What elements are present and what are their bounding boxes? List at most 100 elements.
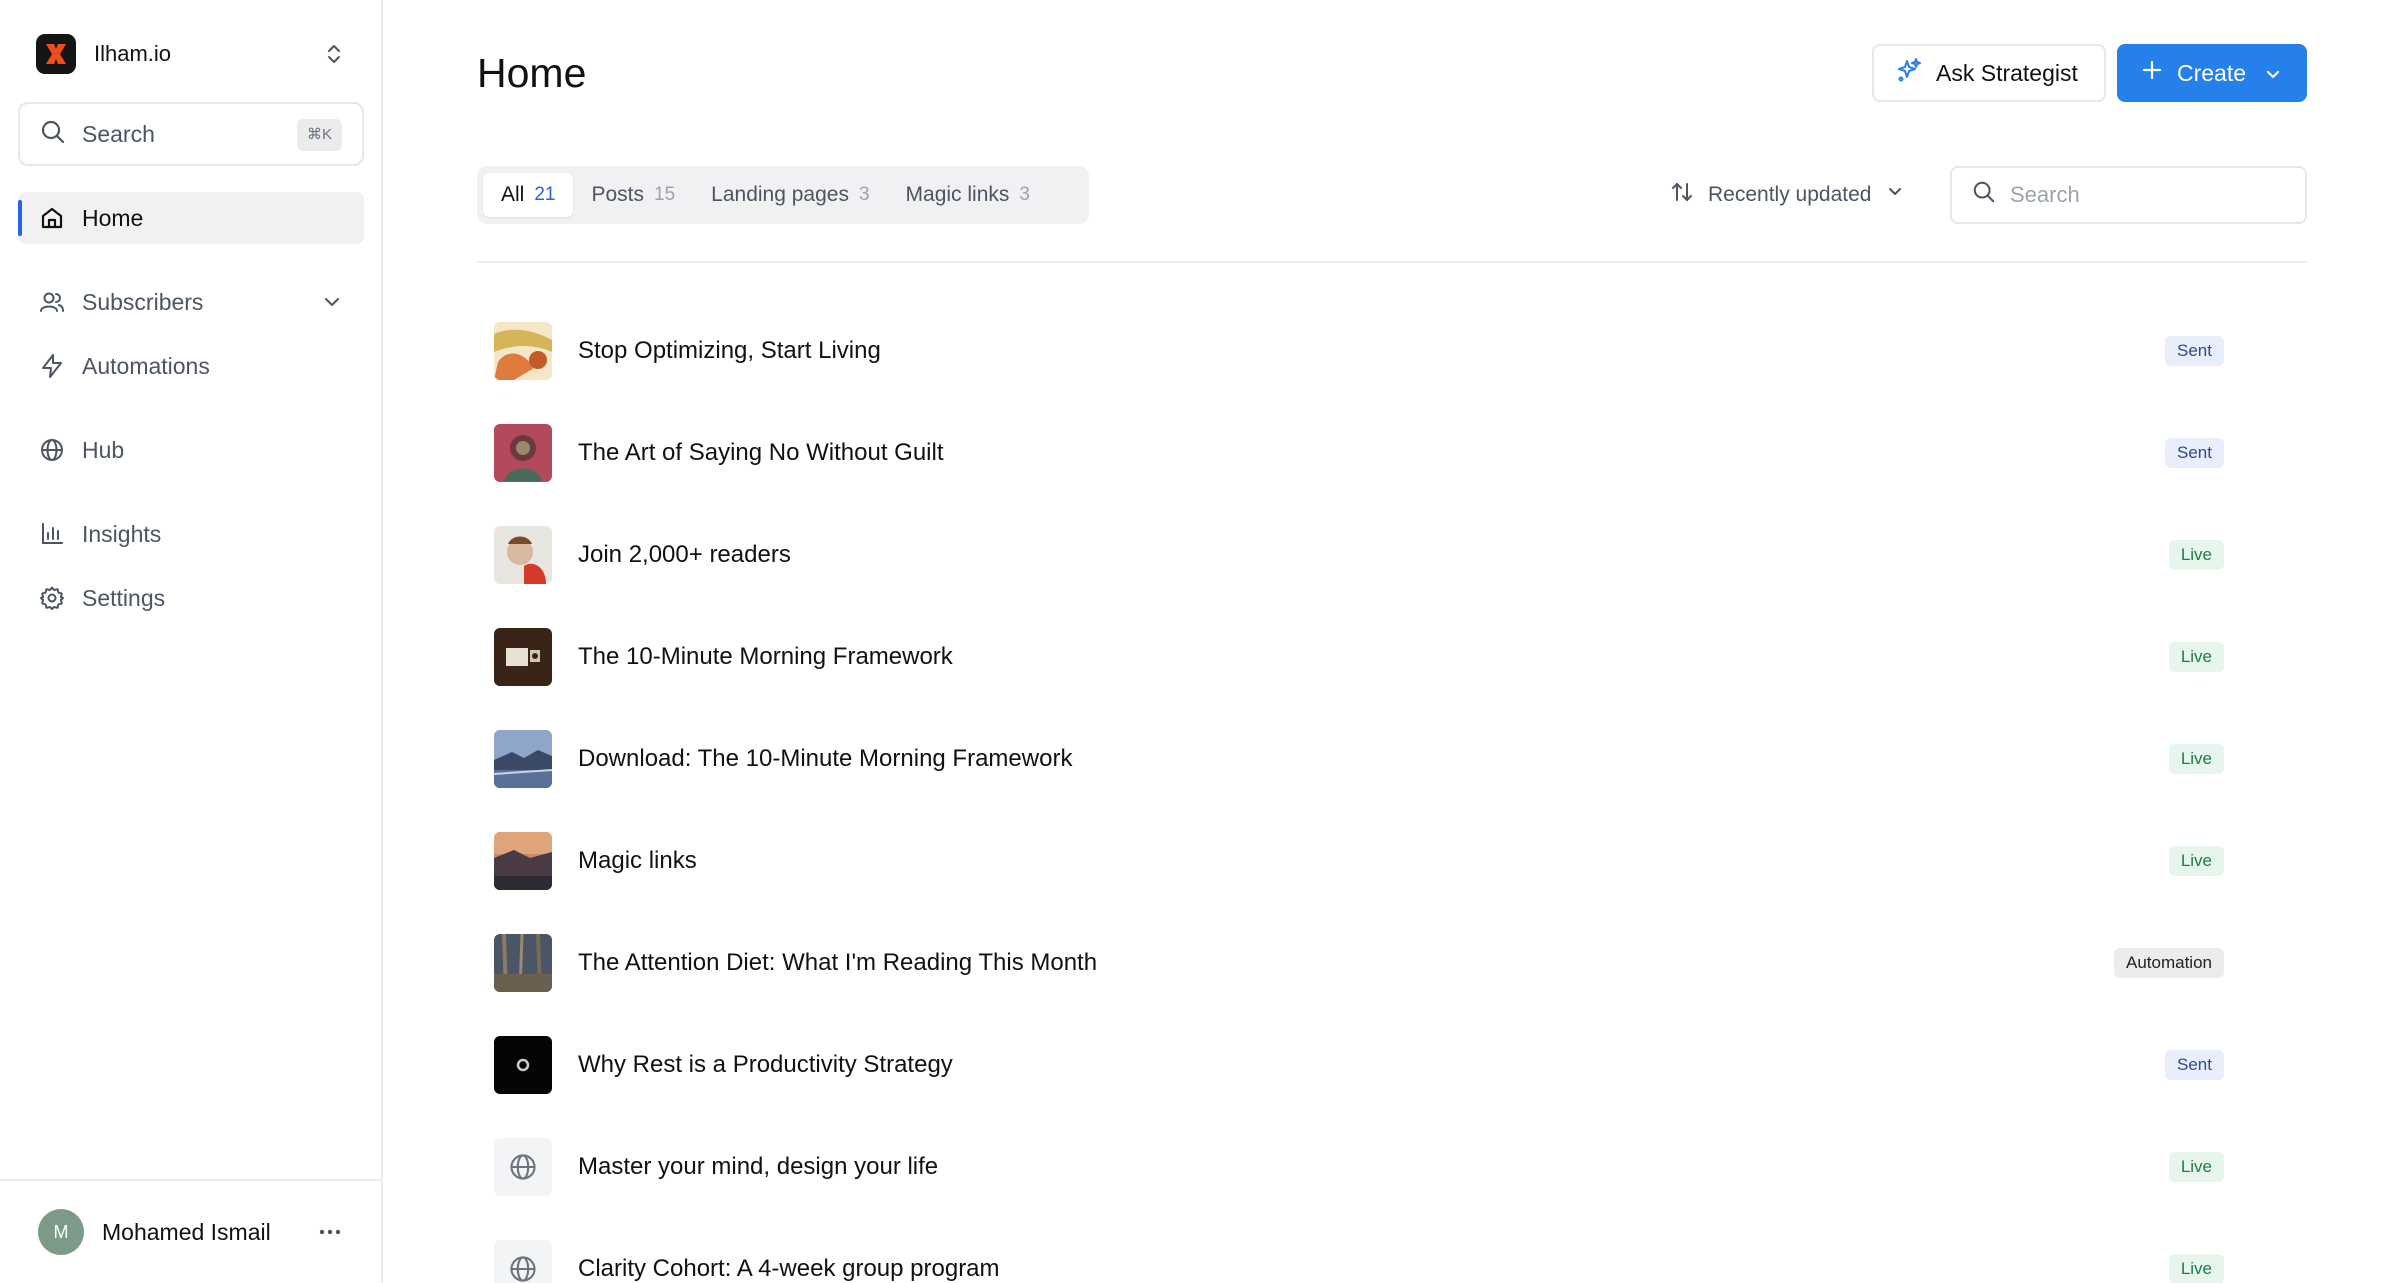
create-button[interactable]: Create (2117, 44, 2307, 102)
item-title: Master your mind, design your life (578, 1153, 939, 1180)
item-title: Stop Optimizing, Start Living (578, 337, 881, 364)
tab-all[interactable]: All 21 (483, 173, 574, 217)
page-title: Home (477, 50, 587, 96)
sidebar-search-label: Search (82, 120, 155, 147)
status-badge: Sent (2165, 438, 2224, 468)
item-title: The 10-Minute Morning Framework (578, 643, 953, 670)
thumbnail (494, 934, 552, 992)
chevron-down-icon[interactable] (320, 290, 344, 320)
workspace-logo (36, 34, 76, 74)
status-badge: Live (2168, 1254, 2224, 1283)
sort-arrows-icon (1670, 180, 1694, 210)
list-item[interactable]: Stop Optimizing, Start Living Sent (477, 300, 2307, 402)
workspace-name: Ilham.io (94, 41, 172, 66)
list-item[interactable]: Clarity Cohort: A 4-week group program L… (477, 1218, 2307, 1283)
search-shortcut-badge: ⌘K (296, 119, 342, 151)
thumbnail (494, 730, 552, 788)
list-item[interactable]: Download: The 10-Minute Morning Framewor… (477, 708, 2307, 810)
tab-label: Landing pages (711, 183, 849, 206)
tab-label: All (501, 183, 525, 206)
more-options-icon[interactable] (317, 1219, 343, 1245)
list-item[interactable]: The 10-Minute Morning Framework Live (477, 606, 2307, 708)
list-item[interactable]: The Attention Diet: What I'm Reading Thi… (477, 912, 2307, 1014)
sidebar-item-hub[interactable]: Hub (18, 424, 364, 476)
item-title: The Art of Saying No Without Guilt (578, 439, 944, 466)
list-item[interactable]: Master your mind, design your life Live (477, 1116, 2307, 1218)
thumbnail (494, 424, 552, 482)
tab-posts[interactable]: Posts 15 (573, 173, 693, 217)
bar-chart-icon (38, 520, 66, 548)
gear-icon (38, 584, 66, 612)
chevron-down-icon (2263, 64, 2283, 91)
tab-count: 3 (858, 184, 870, 205)
tab-count: 3 (1019, 184, 1030, 205)
status-badge: Sent (2165, 1050, 2224, 1080)
sidebar-item-insights[interactable]: Insights (18, 508, 364, 560)
sidebar-item-label: Insights (82, 520, 162, 547)
create-label: Create (2177, 59, 2247, 86)
status-badge: Live (2168, 846, 2224, 876)
sidebar-item-subscribers[interactable]: Subscribers (18, 276, 364, 328)
globe-icon (494, 1138, 552, 1196)
lightning-icon (38, 352, 66, 380)
list-item[interactable]: Why Rest is a Productivity Strategy Sent (477, 1014, 2307, 1116)
item-title: Join 2,000+ readers (578, 541, 791, 568)
user-name: Mohamed Ismail (102, 1218, 271, 1245)
item-title: Clarity Cohort: A 4-week group program (578, 1255, 1000, 1282)
search-input[interactable]: Search (1950, 166, 2307, 224)
thumbnail (494, 628, 552, 686)
search-icon (40, 119, 66, 150)
tab-magic-links[interactable]: Magic links 3 (888, 173, 1048, 217)
sidebar-item-automations[interactable]: Automations (18, 340, 364, 392)
globe-icon (38, 436, 66, 464)
sidebar-search[interactable]: Search ⌘K (18, 102, 364, 166)
list-item[interactable]: Join 2,000+ readers Live (477, 504, 2307, 606)
status-badge: Automation (2114, 948, 2224, 978)
sort-dropdown[interactable]: Recently updated (1670, 178, 1905, 212)
ask-strategist-button[interactable]: Ask Strategist (1872, 44, 2106, 102)
chevron-down-icon (1885, 182, 1905, 208)
list-item[interactable]: The Art of Saying No Without Guilt Sent (477, 402, 2307, 504)
tab-label: Magic links (905, 183, 1010, 206)
workspace-switcher[interactable]: Ilham.io (36, 32, 348, 76)
divider (477, 261, 2307, 263)
ask-strategist-label: Ask Strategist (1936, 59, 2078, 86)
user-profile[interactable]: M Mohamed Ismail (0, 1179, 381, 1283)
chevron-up-down-icon[interactable] (320, 40, 348, 68)
item-title: Download: The 10-Minute Morning Framewor… (578, 745, 1073, 772)
sidebar-item-home[interactable]: Home (18, 192, 364, 244)
status-badge: Live (2168, 540, 2224, 570)
sidebar-item-label: Settings (82, 584, 166, 611)
status-badge: Live (2168, 642, 2224, 672)
tab-count: 21 (534, 184, 556, 205)
item-title: Why Rest is a Productivity Strategy (578, 1051, 953, 1078)
search-icon (1972, 180, 1996, 210)
list-item[interactable]: Magic links Live (477, 810, 2307, 912)
thumbnail (494, 832, 552, 890)
item-title: The Attention Diet: What I'm Reading Thi… (578, 949, 1098, 976)
tab-landing-pages[interactable]: Landing pages 3 (693, 173, 887, 217)
status-badge: Sent (2165, 336, 2224, 366)
sidebar-item-settings[interactable]: Settings (18, 572, 364, 624)
item-title: Magic links (578, 847, 697, 874)
users-icon (38, 288, 66, 316)
tab-label: Posts (591, 183, 645, 206)
search-placeholder: Search (2010, 182, 2080, 207)
status-badge: Live (2168, 1152, 2224, 1182)
sidebar: Ilham.io Search ⌘K Home Subscribers Auto… (0, 0, 383, 1283)
thumbnail (494, 526, 552, 584)
sparkle-icon (1896, 57, 1922, 89)
sort-label: Recently updated (1708, 183, 1872, 206)
thumbnail (494, 322, 552, 380)
content-list: Stop Optimizing, Start Living Sent The A… (477, 300, 2307, 1283)
sidebar-item-label: Hub (82, 436, 125, 463)
status-badge: Live (2168, 744, 2224, 774)
sidebar-item-label: Subscribers (82, 288, 204, 315)
thumbnail (494, 1036, 552, 1094)
sidebar-item-label: Home (82, 204, 144, 231)
workspace-logo-icon (46, 44, 66, 64)
sidebar-item-label: Automations (82, 352, 210, 379)
plus-icon (2141, 59, 2163, 87)
tab-count: 15 (654, 184, 676, 205)
home-icon (38, 204, 66, 232)
